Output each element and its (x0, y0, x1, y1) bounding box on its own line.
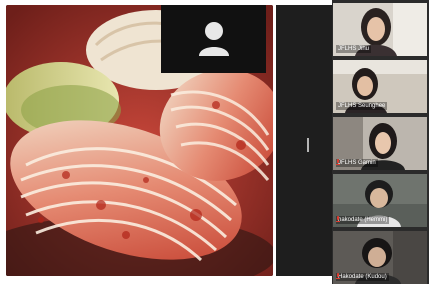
participant-name: hakodate (Hemmi) (338, 217, 388, 223)
participant-name: JFLHS Gamin (338, 160, 376, 166)
resize-handle[interactable] (307, 138, 309, 152)
participant-name-tag: JFLHS Gamin (336, 159, 378, 167)
participant-tile[interactable]: JFLHS Gamin (333, 117, 427, 170)
person-icon (198, 22, 229, 56)
participant-tile[interactable]: JFLHS Jihu (333, 3, 427, 56)
muted-mic-icon (336, 273, 340, 279)
participant-tile-active-speaker[interactable]: JFLHS Seunghee (333, 60, 427, 113)
participant-tile[interactable]: hakodate (Hemmi) (333, 174, 427, 227)
camera-off-tile (161, 5, 266, 73)
panel-divider (276, 5, 332, 276)
participant-name: JFLHS Seunghee (338, 103, 386, 109)
participant-name-tag: Hakodate (Kudou) (336, 273, 389, 281)
participant-name: Hakodate (Kudou) (338, 274, 387, 280)
participant-name-tag: hakodate (Hemmi) (336, 216, 390, 224)
muted-mic-icon (336, 159, 340, 165)
participant-tile[interactable]: Hakodate (Kudou) (333, 231, 427, 284)
video-call-window: JFLHS Jihu JFLHS Seunghee JFLHS Gamin ha… (0, 0, 429, 284)
participant-name: JFLHS Jihu (338, 46, 370, 52)
muted-mic-icon (336, 216, 340, 222)
participant-name-tag: JFLHS Seunghee (336, 102, 388, 110)
main-video-view[interactable] (6, 5, 273, 276)
participant-name-tag: JFLHS Jihu (336, 45, 372, 53)
